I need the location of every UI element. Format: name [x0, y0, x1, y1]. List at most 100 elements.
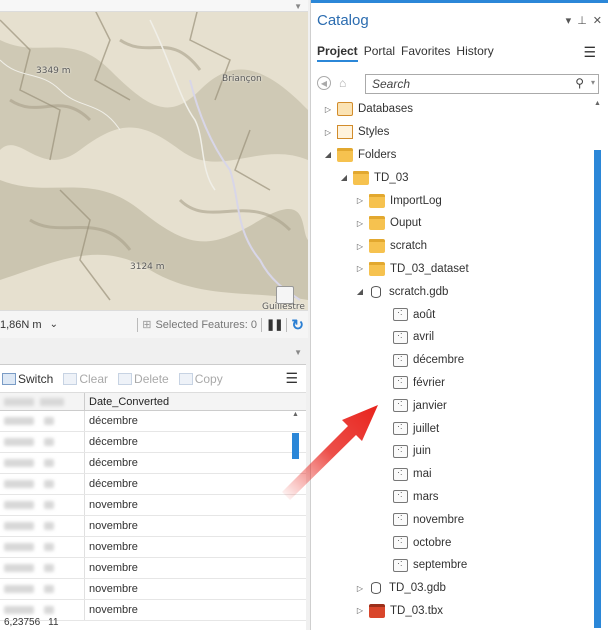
tree-item[interactable]: septembre: [311, 554, 593, 577]
pane-options-icon[interactable]: ▾: [566, 14, 572, 27]
tree-item[interactable]: mars: [311, 486, 593, 509]
tree-item[interactable]: ▷ TD_03_dataset: [311, 258, 593, 281]
table-row[interactable]: décembre: [0, 474, 306, 495]
expanded-twisty-icon[interactable]: ◢: [323, 150, 333, 159]
tree-item[interactable]: décembre: [311, 349, 593, 372]
collapsed-twisty-icon[interactable]: ▷: [323, 128, 333, 137]
tree-item[interactable]: ◢ Folders: [311, 144, 593, 167]
tree-item[interactable]: avril: [311, 326, 593, 349]
menu-icon[interactable]: ☰: [583, 44, 596, 61]
expanded-twisty-icon[interactable]: ◢: [339, 173, 349, 182]
tree-item[interactable]: ▷ scratch: [311, 235, 593, 258]
pause-icon[interactable]: ❚❚: [266, 318, 283, 331]
separator: [286, 317, 288, 332]
tree-item[interactable]: ▷ ImportLog: [311, 189, 593, 212]
chevron-down-icon[interactable]: ▼: [294, 348, 302, 357]
scale-value[interactable]: 1,86N m: [0, 319, 42, 331]
refresh-icon[interactable]: ↻: [291, 316, 304, 334]
table-row[interactable]: novembre: [0, 495, 306, 516]
date-cell: novembre: [84, 600, 204, 620]
feature-class-icon: [393, 512, 408, 527]
scrollbar-thumb[interactable]: [292, 433, 299, 459]
table-row[interactable]: décembre: [0, 432, 306, 453]
tree-item-label: mars: [413, 490, 439, 503]
tree-item-label: Databases: [358, 103, 413, 116]
copy-button[interactable]: Copy: [178, 372, 223, 386]
tree-item-label: septembre: [413, 559, 468, 572]
tree-item-label: TD_03.gdb: [389, 582, 446, 595]
tree-item[interactable]: ▷ Ouput: [311, 212, 593, 235]
search-icon[interactable]: ⚲: [575, 76, 584, 90]
tree-item[interactable]: juillet: [311, 417, 593, 440]
table-row[interactable]: novembre: [0, 579, 306, 600]
collapsed-twisty-icon[interactable]: ▷: [323, 105, 333, 114]
tree-item[interactable]: ▷ Styles: [311, 121, 593, 144]
blurred-column-headers: [0, 393, 84, 410]
catalog-tree: ▷ Databases ▷ Styles ◢ Folders ◢ TD_03 ▷ ImportLo…: [311, 98, 593, 622]
tab-favorites[interactable]: Favorites: [401, 44, 450, 62]
tree-item[interactable]: janvier: [311, 394, 593, 417]
tree-item[interactable]: ◢ TD_03: [311, 166, 593, 189]
date-cell: décembre: [84, 453, 204, 473]
tree-item-label: scratch.gdb: [389, 285, 449, 298]
table-row[interactable]: novembre: [0, 558, 306, 579]
scroll-up-icon[interactable]: ▲: [594, 100, 601, 107]
tree-item-label: Styles: [358, 126, 390, 139]
expanded-twisty-icon[interactable]: ◢: [355, 287, 365, 296]
chevron-down-icon[interactable]: ⌄: [50, 319, 58, 330]
tree-item[interactable]: juin: [311, 440, 593, 463]
delete-button[interactable]: Delete: [118, 372, 169, 386]
map-view[interactable]: ▼ 3349 m Briançon 3124 m Guillestre: [0, 0, 308, 310]
table-row[interactable]: novembre: [0, 537, 306, 558]
tree-item[interactable]: octobre: [311, 531, 593, 554]
table-row[interactable]: décembre: [0, 411, 306, 432]
tree-item-label: octobre: [413, 536, 452, 549]
place-label: Briançon: [222, 74, 262, 84]
tree-item[interactable]: ◢ scratch.gdb: [311, 280, 593, 303]
tree-item[interactable]: novembre: [311, 508, 593, 531]
feature-class-icon: [393, 307, 408, 322]
map-guides-icon[interactable]: [276, 286, 294, 304]
tree-item[interactable]: février: [311, 372, 593, 395]
collapsed-twisty-icon[interactable]: ▷: [355, 264, 365, 273]
separator: [260, 317, 262, 332]
tree-item[interactable]: août: [311, 303, 593, 326]
catalog-scrollbar[interactable]: ▲: [593, 98, 603, 628]
tree-item-label: Folders: [358, 148, 397, 161]
collapsed-twisty-icon[interactable]: ▷: [355, 584, 365, 593]
search-input[interactable]: Search ⚲ ▾: [365, 74, 599, 94]
switch-button[interactable]: Switch: [2, 372, 53, 386]
close-icon[interactable]: ✕: [593, 14, 602, 27]
column-header-date-converted[interactable]: Date_Converted: [84, 393, 204, 410]
tab-portal[interactable]: Portal: [364, 44, 395, 62]
elevation-label: 3349 m: [36, 66, 71, 76]
back-icon[interactable]: ◀: [317, 76, 331, 90]
chevron-down-icon[interactable]: ▾: [591, 78, 595, 87]
tab-project[interactable]: Project: [317, 44, 358, 62]
tree-item[interactable]: ▷ TD_03.tbx: [311, 600, 593, 623]
collapsed-twisty-icon[interactable]: ▷: [355, 606, 365, 615]
scrollbar-thumb[interactable]: [594, 150, 601, 628]
menu-icon[interactable]: ☰: [285, 370, 298, 387]
tree-item[interactable]: ▷ Databases: [311, 98, 593, 121]
pin-icon[interactable]: ⊥: [577, 14, 587, 27]
collapsed-twisty-icon[interactable]: ▷: [355, 242, 365, 251]
collapsed-twisty-icon[interactable]: ▷: [355, 219, 365, 228]
table-row[interactable]: décembre: [0, 453, 306, 474]
table-row[interactable]: novembre: [0, 516, 306, 537]
tree-item[interactable]: mai: [311, 463, 593, 486]
clear-button[interactable]: Clear: [63, 372, 108, 386]
feature-class-icon: [393, 535, 408, 550]
table-scrollbar[interactable]: ▲: [292, 411, 302, 611]
home-icon[interactable]: ⌂: [339, 76, 346, 90]
scroll-up-icon[interactable]: ▲: [292, 411, 299, 418]
tree-item-label: août: [413, 308, 436, 321]
collapsed-twisty-icon[interactable]: ▷: [355, 196, 365, 205]
selected-features-label[interactable]: Selected Features: 0: [155, 319, 257, 331]
chevron-down-icon[interactable]: ▼: [294, 2, 302, 11]
selection-status: ⊞ Selected Features: 0 ❚❚ ↻: [137, 316, 304, 334]
tab-history[interactable]: History: [456, 44, 493, 62]
delete-label: Delete: [134, 371, 169, 386]
delete-icon: [118, 372, 133, 385]
tree-item[interactable]: ▷ TD_03.gdb: [311, 577, 593, 600]
